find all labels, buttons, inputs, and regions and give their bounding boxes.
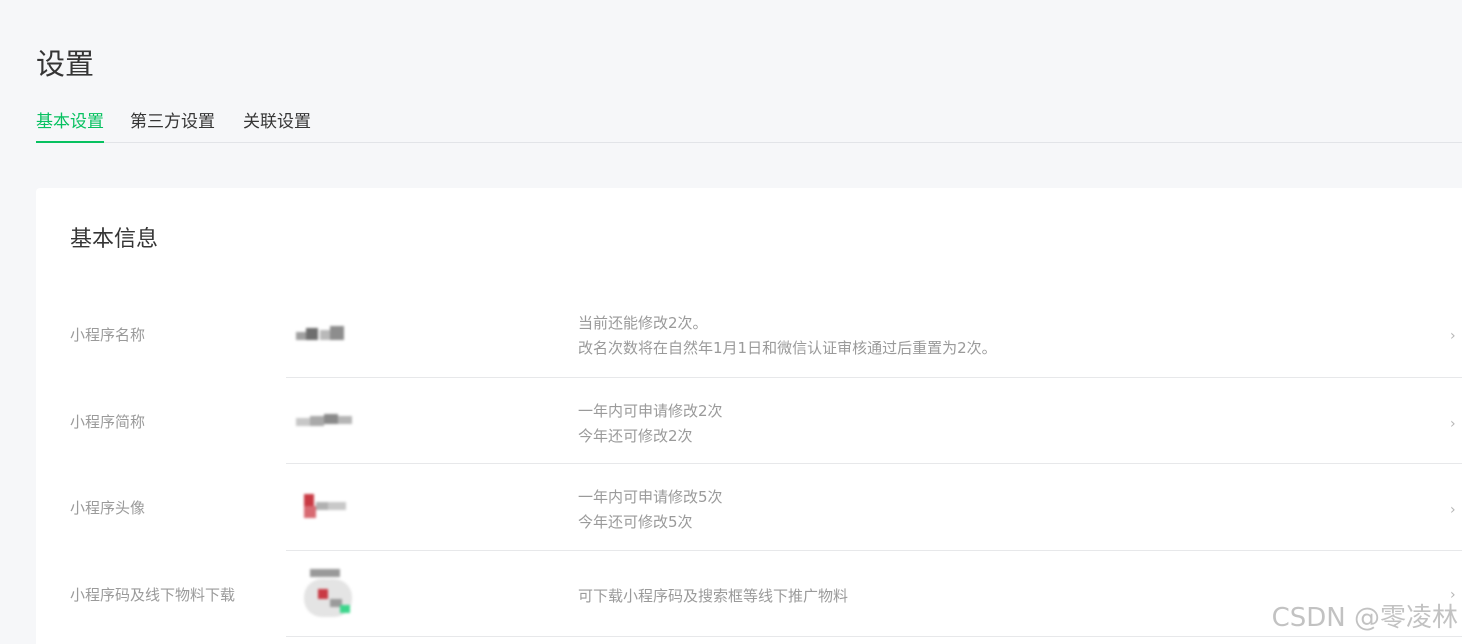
row-action-icon[interactable]: › (1450, 502, 1462, 518)
mini-program-name-value (296, 324, 348, 344)
description-line: 今年还可修改5次 (578, 513, 693, 531)
page-title: 设置 (36, 47, 95, 81)
description-line: 一年内可申请修改2次 (578, 402, 723, 420)
description-line: 可下载小程序码及搜索框等线下推广物料 (578, 587, 849, 605)
tab-third-party-settings[interactable]: 第三方设置 (130, 106, 215, 142)
row-description: 一年内可申请修改2次 今年还可修改2次 (578, 399, 723, 449)
row-qr-code-download: 小程序码及线下物料下载 可下载小程序码及搜索框等线下推广物料 › (36, 551, 1462, 637)
watermark: CSDN @零凌林 (1271, 603, 1458, 633)
basic-info-title: 基本信息 (70, 227, 159, 252)
row-action-icon[interactable]: › (1450, 328, 1462, 344)
row-label: 小程序码及线下物料下载 (70, 586, 236, 604)
row-action-icon[interactable]: › (1450, 416, 1462, 432)
description-line: 当前还能修改2次。 (578, 314, 708, 332)
basic-info-card: 基本信息 小程序名称 当前还能修改2次。 改名次数将在自然年1月1日和微信认证审… (36, 188, 1462, 644)
row-label: 小程序头像 (70, 499, 146, 517)
settings-tabs: 基本设置 第三方设置 关联设置 (36, 106, 1462, 143)
row-mini-program-short-name: 小程序简称 一年内可申请修改2次 今年还可修改2次 › (36, 378, 1462, 464)
mini-program-avatar-value (296, 492, 352, 520)
description-line: 改名次数将在自然年1月1日和微信认证审核通过后重置为2次。 (578, 339, 997, 357)
settings-page: 设置 基本设置 第三方设置 关联设置 基本信息 小程序名称 当前还能修改2次。 … (0, 0, 1462, 644)
row-mini-program-name: 小程序名称 当前还能修改2次。 改名次数将在自然年1月1日和微信认证审核通过后重… (36, 290, 1462, 378)
description-line: 今年还可修改2次 (578, 427, 693, 445)
tab-basic-settings[interactable]: 基本设置 (36, 106, 104, 143)
row-description: 当前还能修改2次。 改名次数将在自然年1月1日和微信认证审核通过后重置为2次。 (578, 311, 997, 361)
row-divider (286, 636, 1462, 637)
row-label: 小程序名称 (70, 326, 146, 344)
row-mini-program-avatar: 小程序头像 一年内可申请修改5次 今年还可修改5次 › (36, 464, 1462, 551)
description-line: 一年内可申请修改5次 (578, 488, 723, 506)
row-description: 可下载小程序码及搜索框等线下推广物料 (578, 584, 848, 609)
row-label: 小程序简称 (70, 413, 146, 431)
mini-program-code-thumbnail (296, 565, 356, 621)
row-description: 一年内可申请修改5次 今年还可修改5次 (578, 485, 723, 535)
tab-linked-settings[interactable]: 关联设置 (243, 106, 311, 142)
mini-program-short-name-value (296, 412, 354, 430)
